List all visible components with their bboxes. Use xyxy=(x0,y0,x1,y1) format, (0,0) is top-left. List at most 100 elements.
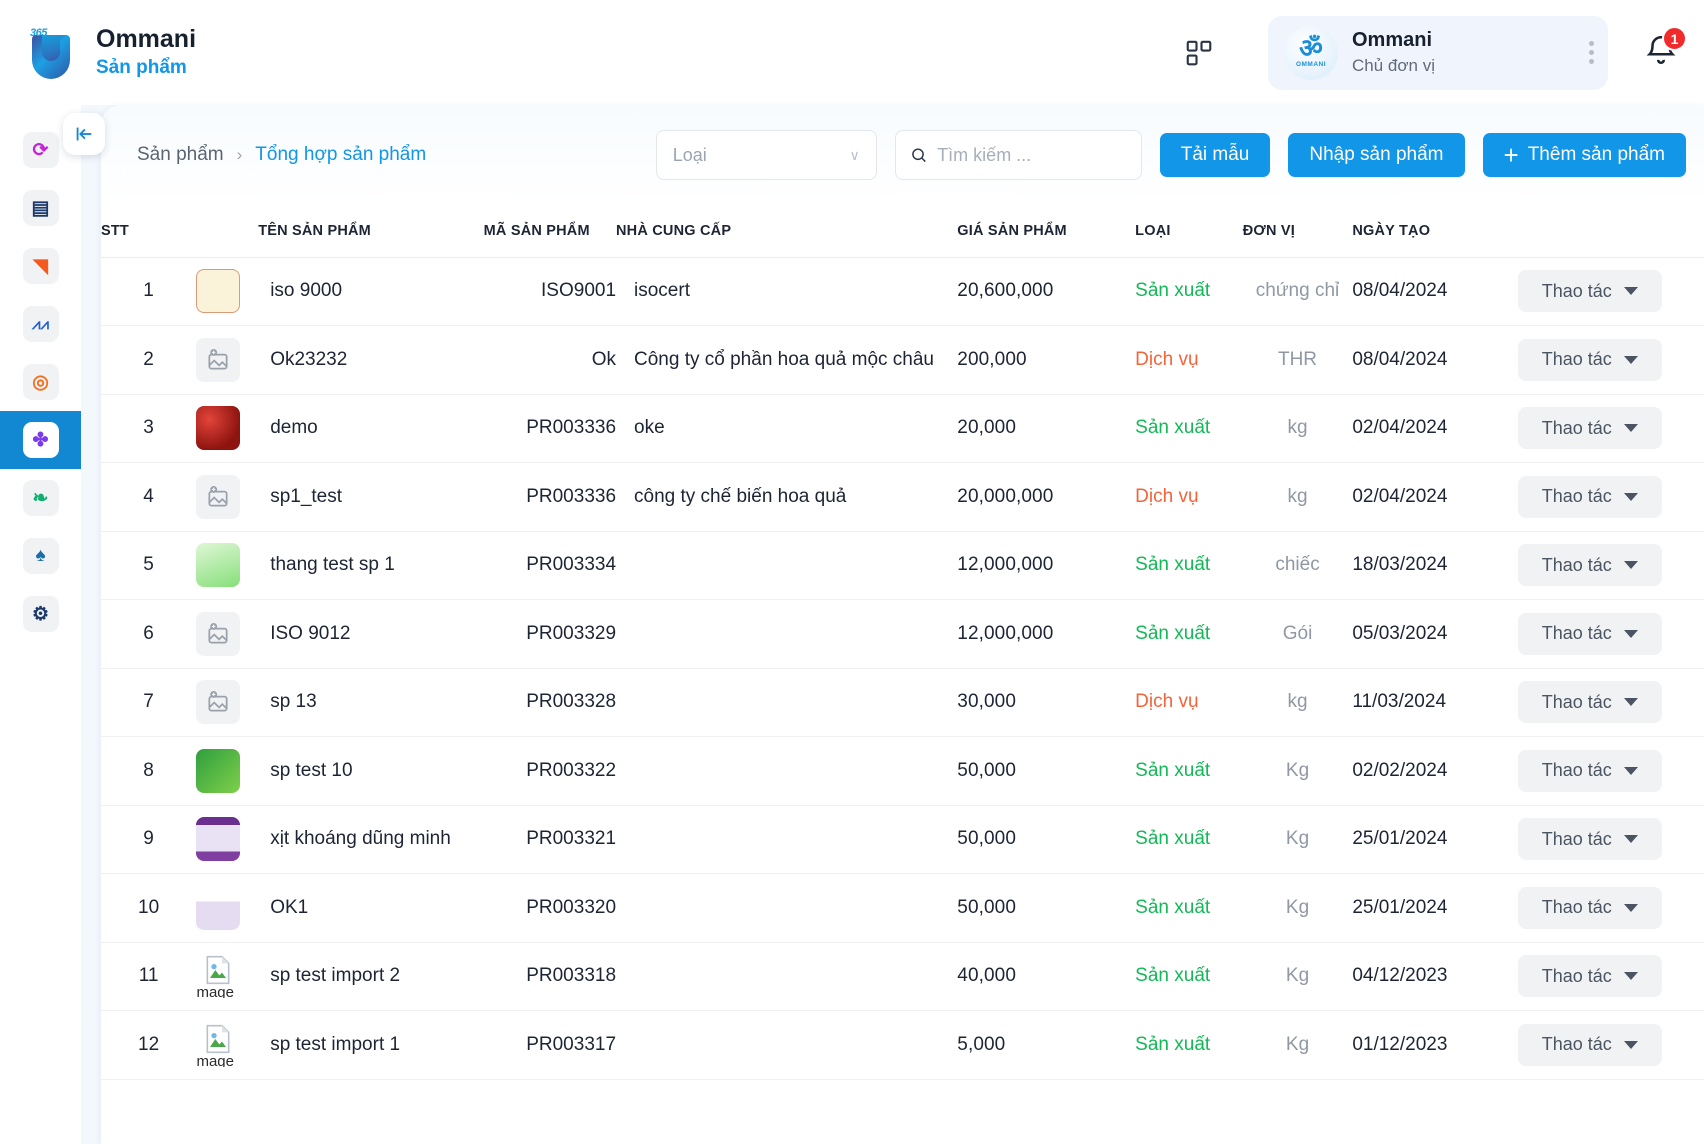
cell-supplier xyxy=(616,737,957,806)
cell-stt: 8 xyxy=(101,737,196,806)
table-row[interactable]: 6ISO 9012PR00332912,000,000Sản xuấtGói05… xyxy=(101,600,1704,669)
cell-name: Ok23232 xyxy=(258,326,483,395)
cell-thumb xyxy=(196,394,258,463)
broken-image-alt-text: image xyxy=(196,1053,234,1067)
cell-type: Sản xuất xyxy=(1135,942,1243,1011)
tree-icon: ♠ xyxy=(23,538,59,574)
collapse-sidebar-button[interactable] xyxy=(63,113,105,155)
table-row[interactable]: 4sp1_testPR003336công ty chế biến hoa qu… xyxy=(101,463,1704,532)
search-box[interactable] xyxy=(895,130,1142,180)
sidebar-item-5[interactable]: ◎ xyxy=(0,353,81,411)
breadcrumb-current[interactable]: Tổng hợp sản phẩm xyxy=(255,144,426,166)
chevron-down-icon xyxy=(1624,698,1638,706)
cell-date: 05/03/2024 xyxy=(1352,600,1517,669)
row-action-label: Thao tác xyxy=(1542,829,1612,850)
table-row[interactable]: 5thang test sp 1PR00333412,000,000Sản xu… xyxy=(101,531,1704,600)
table-row[interactable]: 1iso 9000ISO9001isocert20,600,000Sản xuấ… xyxy=(101,257,1704,326)
sidebar-item-3[interactable]: ◥ xyxy=(0,237,81,295)
cell-date: 18/03/2024 xyxy=(1352,531,1517,600)
chevron-down-icon xyxy=(1624,904,1638,912)
sidebar-item-9[interactable]: ⚙ xyxy=(0,585,81,643)
image-placeholder-icon xyxy=(196,612,240,656)
cell-supplier xyxy=(616,874,957,943)
row-action-button[interactable]: Thao tác xyxy=(1518,270,1662,312)
cell-unit: Kg xyxy=(1243,1011,1353,1080)
table-row[interactable]: 3demoPR003336oke20,000Sản xuấtkg02/04/20… xyxy=(101,394,1704,463)
cell-date: 02/04/2024 xyxy=(1352,394,1517,463)
download-template-button[interactable]: Tải mẫu xyxy=(1160,133,1271,177)
cell-price: 12,000,000 xyxy=(957,531,1135,600)
broken-image-alt-text: image xyxy=(196,984,234,998)
add-product-button[interactable]: + Thêm sản phẩm xyxy=(1483,133,1686,177)
cell-supplier: isocert xyxy=(616,257,957,326)
cell-name: sp test import 1 xyxy=(258,1011,483,1080)
notifications-button[interactable]: 1 xyxy=(1644,33,1678,72)
cell-supplier xyxy=(616,600,957,669)
cell-price: 50,000 xyxy=(957,805,1135,874)
cell-date: 25/01/2024 xyxy=(1352,874,1517,943)
row-action-button[interactable]: Thao tác xyxy=(1518,407,1662,449)
org-switcher[interactable]: ॐ OMMANI Ommani Chủ đơn vị xyxy=(1268,16,1608,90)
avatar-label: OMMANI xyxy=(1296,61,1326,68)
table-row[interactable]: 8sp test 10PR00332250,000Sản xuấtKg02/02… xyxy=(101,737,1704,806)
chevron-down-icon xyxy=(1624,972,1638,980)
row-action-button[interactable]: Thao tác xyxy=(1518,544,1662,586)
row-action-button[interactable]: Thao tác xyxy=(1518,1024,1662,1066)
app-logo-icon: 365 xyxy=(24,23,78,83)
cell-price: 20,600,000 xyxy=(957,257,1135,326)
kebab-menu-icon[interactable] xyxy=(1555,41,1594,64)
row-action-button[interactable]: Thao tác xyxy=(1518,339,1662,381)
cell-price: 40,000 xyxy=(957,942,1135,1011)
sidebar-item-2[interactable]: ▤ xyxy=(0,179,81,237)
row-action-button[interactable]: Thao tác xyxy=(1518,887,1662,929)
cell-name: iso 9000 xyxy=(258,257,483,326)
cell-stt: 3 xyxy=(101,394,196,463)
table-row[interactable]: 12imagesp test import 1PR0033175,000Sản … xyxy=(101,1011,1704,1080)
product-thumbnail xyxy=(196,817,240,861)
sidebar-item-8[interactable]: ♠ xyxy=(0,527,81,585)
import-products-button[interactable]: Nhập sản phẩm xyxy=(1288,133,1464,177)
cell-thumb xyxy=(196,463,258,532)
row-action-button[interactable]: Thao tác xyxy=(1518,750,1662,792)
table-row[interactable]: 2Ok23232OkCông ty cổ phần hoa quả mộc ch… xyxy=(101,326,1704,395)
apps-grid-icon[interactable] xyxy=(1176,30,1222,76)
chevron-down-icon xyxy=(1624,1041,1638,1049)
cell-stt: 6 xyxy=(101,600,196,669)
type-filter-select[interactable]: Loại ∨ xyxy=(656,130,877,180)
cell-stt: 9 xyxy=(101,805,196,874)
cell-thumb xyxy=(196,600,258,669)
chevron-down-icon xyxy=(1624,767,1638,775)
row-action-button[interactable]: Thao tác xyxy=(1518,955,1662,997)
row-action-button[interactable]: Thao tác xyxy=(1518,681,1662,723)
cell-date: 11/03/2024 xyxy=(1352,668,1517,737)
type-filter-label: Loại xyxy=(673,145,707,166)
cell-stt: 10 xyxy=(101,874,196,943)
cell-thumb xyxy=(196,805,258,874)
breadcrumb-root[interactable]: Sản phẩm xyxy=(137,144,224,166)
org-name: Ommani xyxy=(1352,27,1435,54)
search-input[interactable] xyxy=(937,145,1127,166)
cell-name: sp test 10 xyxy=(258,737,483,806)
sidebar-item-6[interactable]: ✤ xyxy=(0,411,81,469)
row-action-button[interactable]: Thao tác xyxy=(1518,818,1662,860)
table-row[interactable]: 10OK1PR00332050,000Sản xuấtKg25/01/2024T… xyxy=(101,874,1704,943)
table-row[interactable]: 11imagesp test import 2PR00331840,000Sản… xyxy=(101,942,1704,1011)
cell-unit: Gói xyxy=(1243,600,1353,669)
brand-subtitle: Sản phẩm xyxy=(96,56,196,81)
table-row[interactable]: 7sp 13PR00332830,000Dịch vụkg11/03/2024T… xyxy=(101,668,1704,737)
cell-price: 200,000 xyxy=(957,326,1135,395)
cell-type: Dịch vụ xyxy=(1135,668,1243,737)
product-thumbnail xyxy=(196,543,240,587)
cell-stt: 1 xyxy=(101,257,196,326)
table-row[interactable]: 9xịt khoáng dũng minhPR00332150,000Sản x… xyxy=(101,805,1704,874)
row-action-button[interactable]: Thao tác xyxy=(1518,613,1662,655)
cell-name: sp 13 xyxy=(258,668,483,737)
plus-icon: + xyxy=(1504,145,1519,166)
sidebar-item-7[interactable]: ❧ xyxy=(0,469,81,527)
cell-thumb xyxy=(196,874,258,943)
sidebar-item-4[interactable]: ⩘⩘ xyxy=(0,295,81,353)
brand-title: Ommani xyxy=(96,24,196,54)
col-code: MÃ SẢN PHẨM xyxy=(484,205,616,257)
row-action-button[interactable]: Thao tác xyxy=(1518,476,1662,518)
cell-unit: Kg xyxy=(1243,737,1353,806)
